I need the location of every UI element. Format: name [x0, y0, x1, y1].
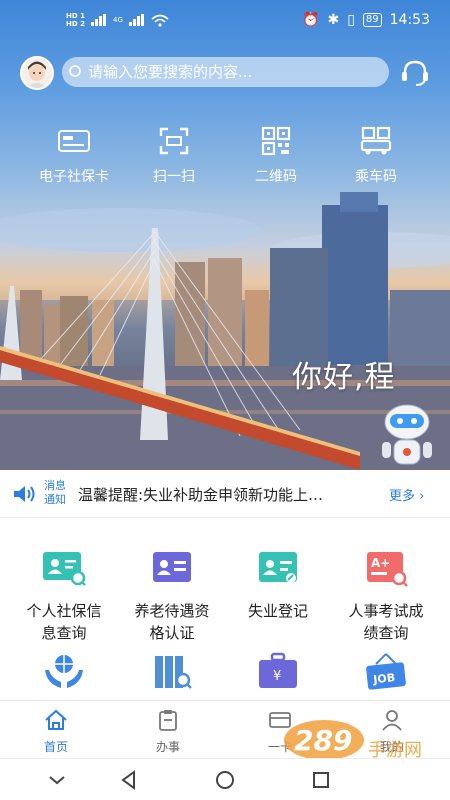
vibrate-icon: ▯: [347, 12, 355, 28]
id-card-icon: [153, 552, 191, 582]
home-circle-icon[interactable]: [214, 769, 236, 791]
service-row2-item1[interactable]: [8, 652, 120, 704]
network-type: 4G: [112, 16, 123, 24]
quick-qr-code-label: 二维码: [255, 169, 297, 185]
robot-mascot-icon[interactable]: [378, 402, 436, 472]
notice-text[interactable]: 温馨提醒:失业补助金申领新功能上…: [78, 484, 380, 505]
svg-text:¥: ¥: [273, 669, 281, 684]
quick-social-card[interactable]: 电子社保卡: [24, 126, 124, 186]
tab-services[interactable]: 办事: [128, 709, 208, 755]
sim1-indicator: HD 1: [66, 12, 85, 20]
quick-social-card-label: 电子社保卡: [39, 169, 109, 185]
back-triangle-icon[interactable]: [118, 769, 140, 791]
bluetooth-icon: ✱: [327, 12, 340, 28]
unemployment-card-icon: [259, 552, 297, 583]
watermark-289-icon: 289 手游网: [284, 720, 422, 761]
exam-score-icon: A+: [367, 552, 408, 587]
status-bar: HD 1 HD 2 4G ⏰ ✱ ▯ 89 14:53: [0, 0, 450, 42]
greeting-text: 你好,程: [292, 360, 396, 395]
service-unemployment-registration[interactable]: 失业登记: [222, 548, 334, 622]
status-left: HD 1 HD 2 4G: [66, 12, 169, 28]
svg-text:A+: A+: [371, 556, 390, 570]
notice-tag-line2: 通知: [44, 493, 66, 506]
job-sign-icon: JOB: [366, 653, 406, 690]
bus-code-icon: [360, 126, 392, 155]
battery-icon: 89: [362, 13, 382, 27]
service-unemployment-label1: 失业登记: [247, 602, 308, 620]
notice-bar[interactable]: 消息 通知 温馨提醒:失业补助金申领新功能上… 更多 ›: [0, 470, 450, 518]
service-social-info-query[interactable]: 个人社保信 息查询: [8, 548, 120, 644]
scan-icon: [159, 127, 189, 155]
social-card-icon: [58, 130, 90, 152]
service-exam-score-query[interactable]: A+ 人事考试成 绩查询: [330, 548, 442, 644]
chevron-right-icon: ›: [419, 489, 425, 504]
chevron-down-icon[interactable]: [46, 769, 68, 791]
globe-hands-icon: [45, 655, 83, 688]
speaker-icon: [14, 486, 35, 502]
tab-home-label: 首页: [43, 740, 68, 754]
qr-code-icon: [261, 126, 291, 156]
avatar-face-icon: [22, 58, 52, 88]
service-grid: 个人社保信 息查询 养老待遇资 格认证 失业登记 A+ 人事考试成 绩查询 ¥ …: [0, 520, 450, 700]
service-pension-label2: 格认证: [149, 624, 195, 642]
service-pension-certification[interactable]: 养老待遇资 格认证: [116, 548, 228, 644]
watermark-logo: 289 手游网: [282, 716, 442, 762]
service-row2-item3[interactable]: ¥: [222, 652, 334, 704]
notice-tag: 消息 通知: [44, 479, 66, 507]
service-exam-label2: 绩查询: [363, 624, 409, 642]
quick-scan[interactable]: 扫一扫: [124, 126, 224, 186]
tab-home[interactable]: 首页: [16, 709, 96, 755]
notice-more-link[interactable]: 更多 ›: [389, 485, 424, 504]
briefcase-yuan-icon: ¥: [259, 652, 297, 688]
service-exam-label1: 人事考试成: [348, 602, 424, 620]
quick-actions: 电子社保卡 扫一扫 二维码 乘车码: [0, 126, 450, 186]
signal-icon: [90, 14, 106, 26]
watermark-number: 289: [294, 724, 352, 757]
quick-qr-code[interactable]: 二维码: [226, 126, 326, 186]
quick-scan-label: 扫一扫: [153, 169, 195, 185]
search-input[interactable]: [88, 63, 378, 81]
service-pension-label1: 养老待遇资: [134, 602, 210, 620]
headset-icon[interactable]: [398, 58, 432, 88]
clipboard-icon: [159, 710, 177, 731]
quick-bus-code-label: 乘车码: [355, 169, 397, 185]
quick-bus-code[interactable]: 乘车码: [326, 126, 426, 186]
service-social-info-label1: 个人社保信: [26, 602, 102, 620]
service-row2-item4[interactable]: JOB: [330, 652, 442, 704]
notice-tag-line1: 消息: [44, 479, 66, 492]
home-icon: [45, 709, 67, 730]
notice-more-label: 更多: [389, 489, 416, 504]
search-bar[interactable]: [62, 57, 389, 87]
profile-search-icon: [43, 552, 86, 586]
alarm-icon: ⏰: [302, 12, 320, 28]
sim2-indicator: HD 2: [66, 20, 85, 28]
tab-services-label: 办事: [155, 740, 180, 754]
recents-square-icon[interactable]: [310, 769, 332, 791]
wifi-icon: [151, 14, 169, 27]
job-sign-text: JOB: [372, 671, 396, 686]
search-icon: [69, 65, 81, 77]
signal2-icon: [128, 14, 144, 26]
system-nav-bar: [0, 758, 450, 800]
clock: 14:53: [389, 12, 430, 28]
status-right: ⏰ ✱ ▯ 89 14:53: [302, 12, 430, 28]
archive-search-icon: [155, 656, 192, 689]
service-social-info-label2: 息查询: [41, 624, 87, 642]
service-row2-item2[interactable]: [116, 652, 228, 704]
avatar[interactable]: [20, 56, 54, 90]
